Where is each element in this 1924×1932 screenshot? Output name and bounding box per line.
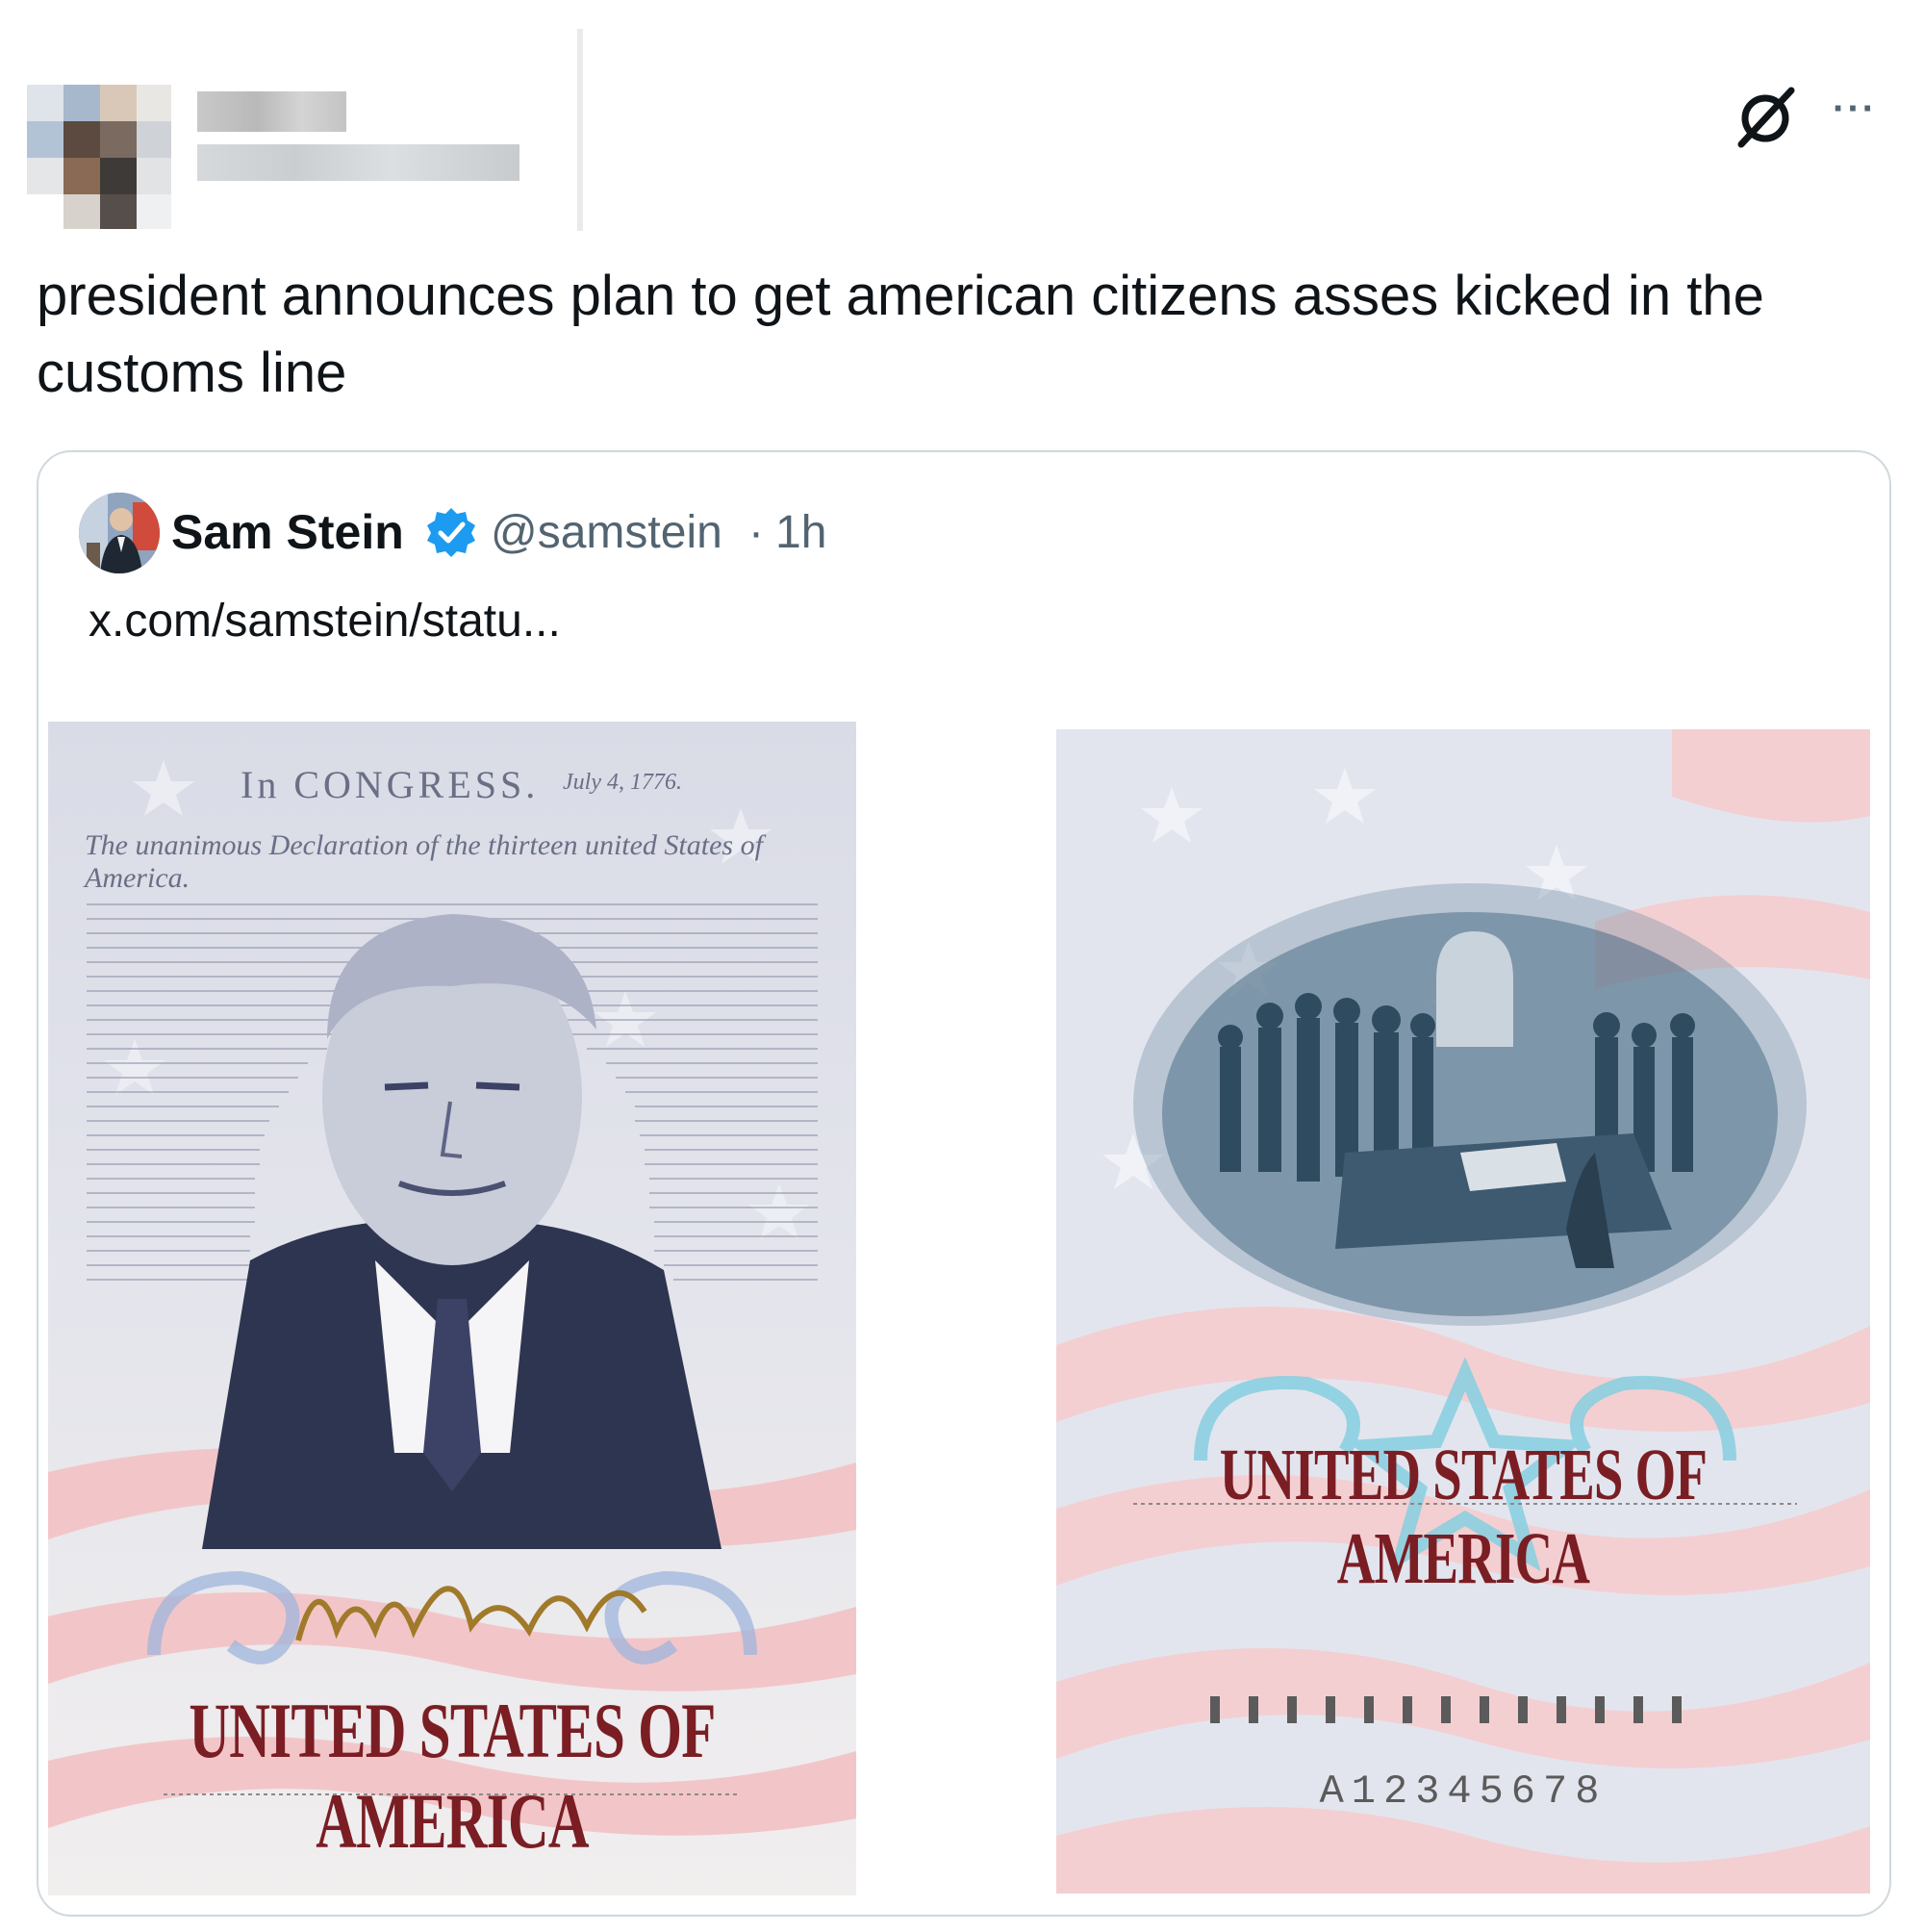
grok-icon[interactable] — [1732, 83, 1799, 150]
more-options-icon[interactable]: ··· — [1833, 89, 1890, 128]
quoted-tweet[interactable]: Sam Stein @samstein · 1h x.com/samstein/… — [37, 450, 1891, 1917]
congress-date: July 4, 1776. — [563, 770, 682, 795]
tweet-text: president announces plan to get american… — [37, 265, 1764, 404]
divider — [577, 29, 583, 231]
passport-title-right: UNITED STATES OF AMERICA — [1219, 1435, 1708, 1599]
author-avatar[interactable] — [27, 85, 171, 229]
author-name-redacted[interactable] — [197, 91, 346, 132]
declaration-heading: The unanimous Declaration of the thirtee… — [85, 829, 763, 894]
quoted-link[interactable]: x.com/samstein/statu... — [89, 595, 561, 648]
timestamp[interactable]: 1h — [775, 506, 826, 559]
congress-heading: In CONGRESS. — [240, 763, 540, 806]
author-handle-redacted[interactable] — [197, 144, 519, 181]
quoted-author-handle[interactable]: @samstein — [491, 506, 722, 559]
separator-dot: · — [748, 507, 764, 558]
passport-number: A12345678 — [1319, 1768, 1608, 1815]
quoted-author-avatar[interactable] — [79, 493, 160, 573]
tweet-header: ··· — [0, 0, 1924, 241]
verified-badge-icon — [425, 506, 477, 558]
passport-image-left[interactable]: In CONGRESS. July 4, 1776. The unanimous… — [48, 722, 856, 1895]
quoted-author-name[interactable]: Sam Stein — [171, 504, 404, 560]
passport-title-left: UNITED STATES OF AMERICA — [189, 1687, 716, 1865]
passport-image-right[interactable]: UNITED STATES OF AMERICA A12345678 — [1056, 729, 1870, 1894]
